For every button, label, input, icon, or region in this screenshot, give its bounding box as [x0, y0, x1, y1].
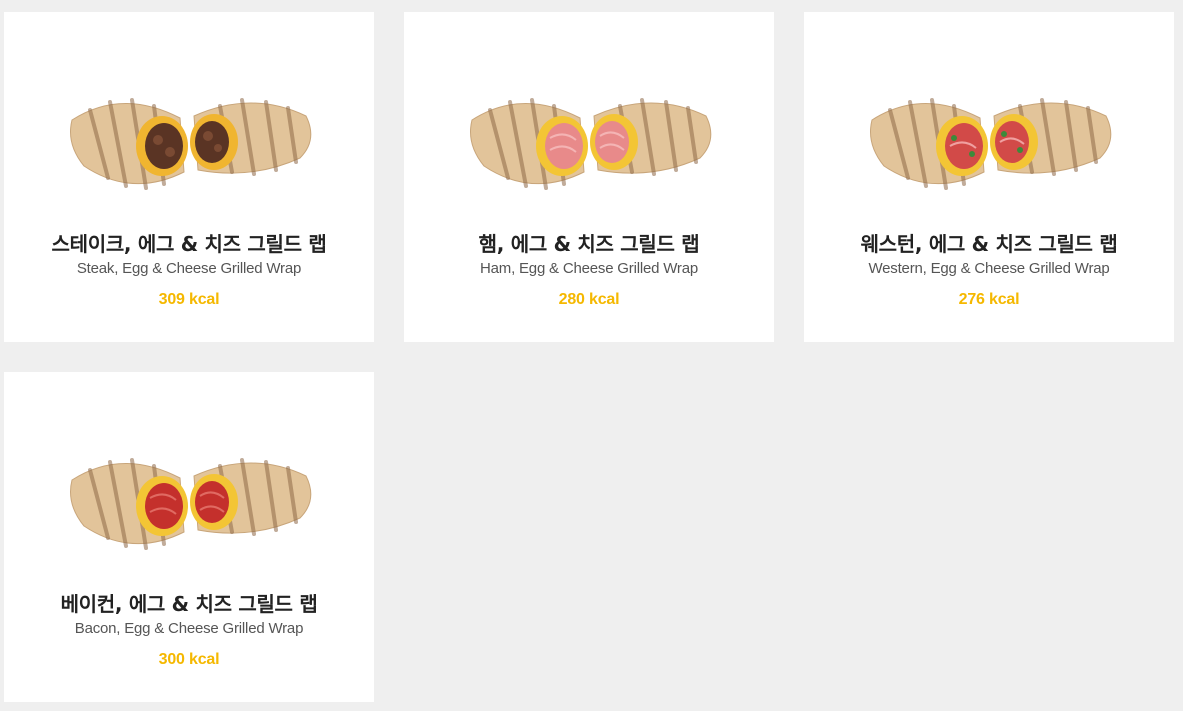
menu-kcal: 276 kcal [958, 291, 1020, 308]
menu-name-en: Western, Egg & Cheese Grilled Wrap [868, 260, 1110, 277]
wrap-right-half [990, 98, 1112, 176]
menu-card-bacon[interactable]: 베이컨, 에그 & 치즈 그릴드 랩 Bacon, Egg & Cheese G… [4, 372, 374, 702]
wrap-illustration [70, 458, 312, 550]
menu-card-steak[interactable]: 스테이크, 에그 & 치즈 그릴드 랩 Steak, Egg & Cheese … [4, 12, 374, 342]
wrap-right-half [590, 98, 712, 176]
menu-name-ko: 베이컨, 에그 & 치즈 그릴드 랩 [60, 592, 318, 616]
menu-name-en: Ham, Egg & Cheese Grilled Wrap [480, 260, 698, 277]
wrap-right-half [190, 98, 312, 176]
menu-name-en: Steak, Egg & Cheese Grilled Wrap [76, 260, 302, 277]
wrap-left-half [870, 98, 988, 190]
wrap-image-western [862, 80, 1116, 192]
menu-card-ham[interactable]: 햄, 에그 & 치즈 그릴드 랩 Ham, Egg & Cheese Grill… [404, 12, 774, 342]
menu-name-ko: 스테이크, 에그 & 치즈 그릴드 랩 [51, 232, 327, 256]
menu-name-en: Bacon, Egg & Cheese Grilled Wrap [74, 620, 304, 637]
menu-kcal: 280 kcal [558, 291, 620, 308]
menu-name-ko: 웨스턴, 에그 & 치즈 그릴드 랩 [860, 232, 1118, 256]
menu-grid: 스테이크, 에그 & 치즈 그릴드 랩 Steak, Egg & Cheese … [4, 12, 1180, 702]
wrap-image-ham [462, 80, 716, 192]
wrap-illustration [470, 98, 712, 190]
wrap-left-half [70, 98, 188, 190]
wrap-left-half [70, 458, 188, 550]
wrap-illustration [70, 98, 312, 190]
menu-name-ko: 햄, 에그 & 치즈 그릴드 랩 [478, 232, 700, 256]
wrap-illustration [870, 98, 1112, 190]
wrap-image-steak [62, 80, 316, 192]
menu-kcal: 300 kcal [158, 651, 220, 668]
wrap-right-half [190, 458, 312, 536]
menu-card-western[interactable]: 웨스턴, 에그 & 치즈 그릴드 랩 Western, Egg & Cheese… [804, 12, 1174, 342]
wrap-left-half [470, 98, 588, 190]
menu-kcal: 309 kcal [158, 291, 220, 308]
wrap-image-bacon [62, 440, 316, 552]
